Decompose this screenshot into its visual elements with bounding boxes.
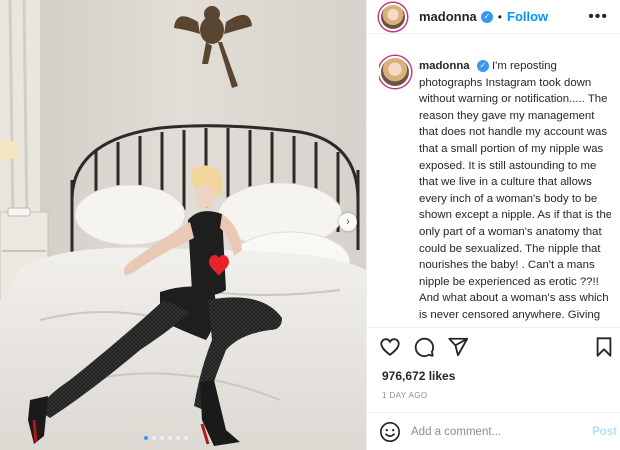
post-date[interactable]: 1 DAY AGO bbox=[382, 391, 428, 400]
paper-plane-icon[interactable] bbox=[447, 336, 469, 358]
carousel-dot bbox=[176, 436, 180, 440]
carousel-dot bbox=[144, 436, 148, 440]
verified-badge-icon: ✓ bbox=[480, 10, 493, 23]
divider bbox=[367, 412, 620, 413]
post-comment-button[interactable]: Post bbox=[592, 426, 617, 438]
comment-form: Post bbox=[379, 416, 617, 448]
heart-icon[interactable] bbox=[379, 336, 401, 358]
post-side-panel: madonna ✓ • Follow ••• madonna ✓ I'm rep… bbox=[366, 0, 620, 450]
carousel-dot bbox=[152, 436, 156, 440]
carousel-dot bbox=[184, 436, 188, 440]
caption-verified-badge-icon: ✓ bbox=[476, 59, 489, 72]
bedroom-photo-illustration bbox=[0, 0, 366, 450]
header-username[interactable]: madonna bbox=[419, 9, 477, 24]
caption-area: madonna ✓ I'm reposting photographs Inst… bbox=[379, 50, 611, 324]
likes-count[interactable]: 976,672 likes bbox=[382, 369, 455, 383]
action-bar bbox=[379, 335, 615, 359]
caption-body: I'm reposting photographs Instagram took… bbox=[419, 60, 611, 321]
caption-text: madonna ✓ I'm reposting photographs Inst… bbox=[419, 58, 611, 324]
follow-button[interactable]: Follow bbox=[507, 9, 548, 24]
caption-avatar[interactable] bbox=[379, 56, 411, 88]
post-photo[interactable]: › bbox=[0, 0, 366, 450]
post-header: madonna ✓ • Follow ••• bbox=[367, 0, 620, 34]
caption-username[interactable]: madonna bbox=[419, 60, 470, 72]
chevron-right-icon[interactable]: › bbox=[339, 213, 357, 231]
header-separator: • bbox=[497, 9, 502, 24]
comment-bubble-icon[interactable] bbox=[413, 336, 435, 358]
more-options-icon[interactable]: ••• bbox=[588, 8, 608, 26]
carousel-dot bbox=[160, 436, 164, 440]
divider bbox=[367, 327, 620, 328]
comment-input[interactable] bbox=[411, 426, 581, 438]
carousel-dot bbox=[168, 436, 172, 440]
bookmark-icon[interactable] bbox=[593, 336, 615, 358]
avatar[interactable] bbox=[379, 2, 407, 31]
carousel-dots bbox=[144, 436, 188, 440]
smiley-icon[interactable] bbox=[379, 421, 401, 443]
